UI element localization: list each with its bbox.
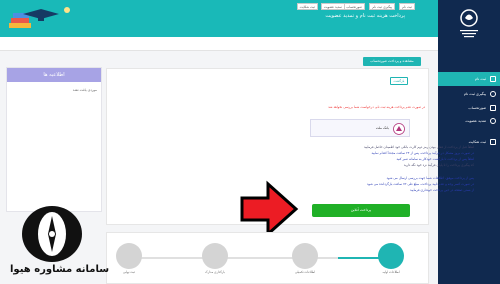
emblem-logo-icon bbox=[460, 9, 478, 38]
step-1-icon bbox=[378, 243, 404, 269]
instruction-text: در صورت بروز مشکل در فرآیند پرداخت، پس ا… bbox=[371, 151, 474, 155]
announcements-empty-text: موردی یافت نشد bbox=[72, 88, 97, 92]
crumb-complaint[interactable]: ثبت شکایت bbox=[296, 3, 318, 10]
bank-name: بانک ملت bbox=[375, 126, 389, 130]
step-label: ثبت نهایی bbox=[122, 270, 136, 274]
red-arrow-icon bbox=[240, 180, 299, 238]
page-title: پرداخت هزینه ثبت نام و تمدید عضویت bbox=[325, 13, 405, 19]
sidebar-item-label: ثبت نام bbox=[474, 77, 486, 81]
step-label: بارگذاری مدارک bbox=[205, 270, 225, 274]
watermark-text: سامانه مشاوره هیوا bbox=[10, 264, 110, 275]
sidebar-item-register[interactable]: ثبت نام bbox=[438, 72, 500, 86]
pay-online-button[interactable]: پرداخت آنلاین bbox=[312, 204, 410, 217]
sidebar-item-renewal[interactable]: تمدید عضویت bbox=[438, 114, 500, 128]
sidebar-item-invoice[interactable]: صورتحساب bbox=[438, 101, 500, 115]
section-tag: مشاهده و پرداخت صورتحساب bbox=[363, 57, 421, 66]
announcements-panel: اطلاعیه ها موردی یافت نشد bbox=[6, 67, 102, 212]
instruction-text: از بستن صفحه در حین پرداخت خودداری فرمای… bbox=[410, 188, 474, 192]
instruction-text: پس از پرداخت موفق، اطلاعات شما جهت بررسی… bbox=[386, 176, 474, 180]
graduation-illustration-icon bbox=[9, 7, 70, 28]
step-track bbox=[127, 257, 367, 259]
step-4-icon bbox=[116, 243, 142, 269]
search-icon bbox=[490, 91, 496, 97]
payment-warning: در صورت عدم پرداخت هزینه ثبت نام، درخواس… bbox=[328, 105, 425, 109]
step-label: اطلاعات تکمیلی bbox=[294, 270, 316, 274]
step-label: اطلاعات اولیه bbox=[382, 270, 400, 274]
sidebar-item-label: صورتحساب bbox=[468, 106, 486, 110]
breadcrumb bbox=[0, 37, 438, 51]
sidebar-item-label: تمدید عضویت bbox=[465, 119, 486, 123]
bill-icon bbox=[490, 105, 496, 111]
instruction-text: در صورت کسر وجه و عدم تایید پرداخت، مبلغ… bbox=[367, 182, 474, 186]
refresh-icon bbox=[490, 118, 496, 124]
crumb-renewal[interactable]: تمدید عضویت bbox=[320, 3, 345, 10]
watermark-logo-icon bbox=[22, 206, 82, 262]
crumb-invoice[interactable]: صورتحساب bbox=[343, 3, 365, 10]
bank-option[interactable]: بانک ملت bbox=[310, 119, 410, 137]
step-track-active bbox=[338, 257, 380, 259]
bank-logo-icon bbox=[393, 123, 405, 135]
sidebar-item-label: پیگیری ثبت نام bbox=[463, 92, 486, 96]
instruction-text: لطفاً قبل از پرداخت از فعال بودن رمز دوم… bbox=[363, 145, 474, 149]
sidebar-item-label: ثبت شکایت bbox=[468, 140, 486, 144]
instruction-text: لطفاً پس از پرداخت تا بازگشت خودکار به س… bbox=[396, 157, 474, 161]
crumb-register[interactable]: ثبت نام bbox=[399, 3, 415, 10]
instruction-text: کد پیگیری پرداخت را تا پایان فرآیند نزد … bbox=[403, 163, 474, 167]
step-3-icon bbox=[202, 243, 228, 269]
message-icon bbox=[490, 139, 496, 145]
announcements-title: اطلاعیه ها bbox=[7, 68, 101, 82]
crumb-tracking[interactable]: پیگیری ثبت نام bbox=[369, 3, 395, 10]
step-2-icon bbox=[292, 243, 318, 269]
form-icon bbox=[490, 76, 496, 82]
sidebar-item-tracking[interactable]: پیگیری ثبت نام bbox=[438, 87, 500, 101]
back-button[interactable]: بازگشت bbox=[390, 77, 408, 85]
